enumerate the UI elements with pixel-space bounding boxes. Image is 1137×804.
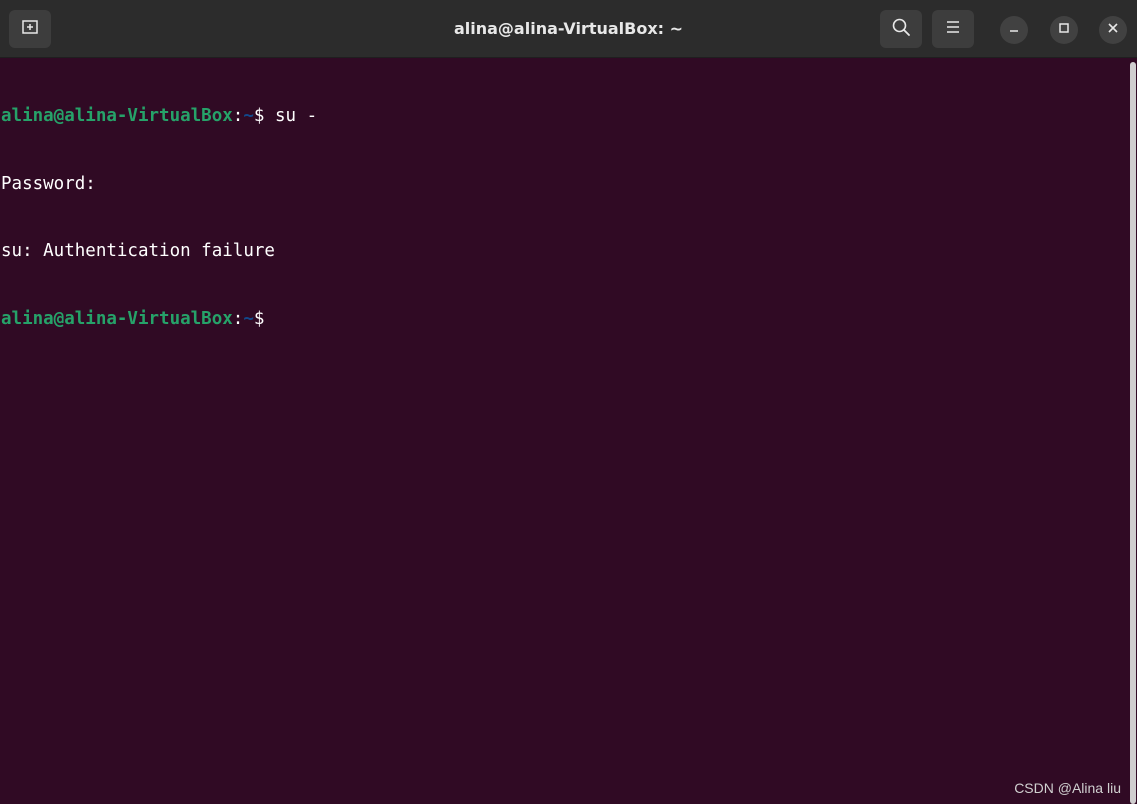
prompt-dollar: $ (253, 106, 265, 126)
command-text: su - (264, 106, 318, 126)
prompt-user-host: alina@alina-VirtualBox (1, 106, 233, 126)
terminal-line-prompt-1: alina@alina-VirtualBox:~$ su - (1, 105, 1128, 128)
new-tab-icon (21, 18, 39, 41)
minimize-icon (1008, 21, 1020, 39)
close-icon (1107, 21, 1119, 39)
terminal-line-error: su: Authentication failure (1, 241, 275, 261)
prompt-colon: : (232, 106, 244, 126)
close-button[interactable] (1099, 16, 1127, 44)
scrollbar-thumb[interactable] (1130, 62, 1136, 804)
terminal-line-prompt-2: alina@alina-VirtualBox:~$ (1, 308, 1128, 331)
scrollbar[interactable] (1129, 62, 1137, 804)
hamburger-menu-icon (944, 18, 962, 41)
watermark: CSDN @Alina liu (1014, 780, 1121, 796)
new-tab-button[interactable] (9, 10, 51, 48)
minimize-button[interactable] (1000, 16, 1028, 44)
command-text (264, 309, 275, 329)
prompt-path: ~ (243, 308, 254, 329)
prompt-colon: : (232, 308, 244, 329)
prompt-user-host: alina@alina-VirtualBox (1, 308, 233, 329)
terminal-output[interactable]: alina@alina-VirtualBox:~$ su - Password:… (0, 58, 1128, 804)
maximize-icon (1058, 21, 1070, 39)
terminal-window: alina@alina-VirtualBox: ~ alina@alina-Vi… (0, 0, 1137, 804)
prompt-path: ~ (243, 106, 254, 126)
prompt-dollar: $ (253, 308, 265, 329)
terminal-line-password: Password: (1, 173, 96, 194)
header-bar: alina@alina-VirtualBox: ~ (0, 0, 1137, 58)
maximize-button[interactable] (1050, 16, 1078, 44)
search-icon (891, 17, 911, 42)
search-button[interactable] (880, 10, 922, 48)
menu-button[interactable] (932, 10, 974, 48)
